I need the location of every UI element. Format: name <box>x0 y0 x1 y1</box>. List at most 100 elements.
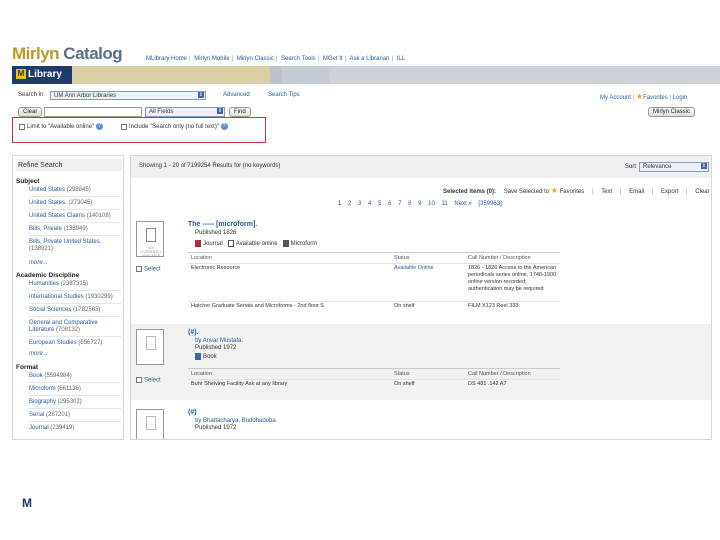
record-author: by Anvar Mustafa. <box>195 338 243 345</box>
text-action[interactable]: Text <box>601 189 612 195</box>
facet-item[interactable]: General and Comparative Literature (7081… <box>29 320 121 334</box>
login-link[interactable]: Login <box>673 95 688 101</box>
facet-item[interactable]: Microform (661136) <box>29 386 121 393</box>
save-selected-link[interactable]: Save Selected to ★ Favorites <box>504 186 585 195</box>
facet-label: European Studies <box>29 340 77 346</box>
record-published: Published 1826 <box>195 230 237 236</box>
cover-thumbnail[interactable] <box>136 329 164 365</box>
col-header-status: Status <box>394 371 410 377</box>
next-page-link[interactable]: Next » <box>454 201 471 207</box>
page-link[interactable]: 9 <box>418 201 421 207</box>
cover-thumbnail[interactable] <box>136 409 164 439</box>
email-action[interactable]: Email <box>629 189 644 195</box>
nav-search-tools[interactable]: Search Tools <box>281 56 316 62</box>
more-disciplines-link[interactable]: more... <box>29 351 48 357</box>
result-record: (#) by Bhattacharya, Buddhadeba. Publish… <box>131 404 711 439</box>
select-checkbox[interactable] <box>136 377 142 383</box>
selected-items-label: Selected items (0): <box>443 189 497 195</box>
sort-value: Relevance <box>643 164 672 170</box>
limit-available-checkbox[interactable] <box>19 123 25 130</box>
facet-item[interactable]: International Studies (1930299) <box>29 294 121 301</box>
page-link[interactable]: 10 <box>428 201 435 207</box>
facet-item[interactable]: Book (5594984) <box>29 373 121 380</box>
nav-mget-it[interactable]: MGet It <box>323 56 343 62</box>
facet-item[interactable]: Journal (239419) <box>29 425 121 432</box>
last-page-link[interactable]: [359963] <box>478 201 501 207</box>
clear-button[interactable]: Clear <box>18 107 43 117</box>
select-checkbox[interactable] <box>136 266 142 272</box>
select-arrow-icon: ⇕ <box>216 108 223 114</box>
author-link[interactable]: by Anvar Mustafa. <box>195 338 243 344</box>
advanced-link[interactable]: Advanced <box>223 92 250 98</box>
facet-item[interactable]: United States (298845) <box>29 187 121 194</box>
holding-location: Hatcher Graduate Serials and Microforms … <box>191 303 324 309</box>
page-link[interactable]: 6 <box>388 201 391 207</box>
facet-count: (708132) <box>56 327 81 333</box>
mirlyn-classic-button[interactable]: Mirlyn Classic <box>648 107 696 117</box>
facet-item[interactable]: United States Claims (140108) <box>29 213 121 220</box>
facet-item[interactable]: Biography (295302) <box>29 399 121 406</box>
search-input[interactable] <box>44 107 142 117</box>
author-link[interactable]: by Bhattacharya, Buddhadeba. <box>195 418 277 424</box>
more-subjects-link[interactable]: more... <box>29 260 48 266</box>
facet-item[interactable]: European Studies (656727) <box>29 340 121 347</box>
mirlyn-catalog-logo[interactable]: Mirlyn Catalog <box>12 44 123 64</box>
record-title[interactable]: (#). <box>188 329 199 336</box>
cover-thumbnail[interactable]: NOT CURRENTLY AVAILABLE <box>136 221 164 258</box>
select-option[interactable]: Select <box>136 377 161 384</box>
facet-heading-discipline: Academic Discipline <box>16 272 80 279</box>
sort-select[interactable]: Relevance ⇕ <box>639 162 709 172</box>
col-header-call-number: Call Number / Description <box>468 255 531 261</box>
divider <box>29 395 121 396</box>
nav-ill[interactable]: ILL <box>397 56 405 62</box>
holding-status: On shelf <box>394 381 415 387</box>
search-in-value: UM Ann Arbor Libraries <box>54 93 117 99</box>
include-search-only-checkbox[interactable] <box>121 123 127 130</box>
record-title[interactable]: The ----- [microform]. <box>188 221 257 228</box>
mlibrary-logo[interactable]: M Library <box>12 66 72 84</box>
search-tips-link[interactable]: Search Tips <box>268 92 300 98</box>
facet-item[interactable]: United States. (273045) <box>29 200 121 207</box>
logo-catalog: Catalog <box>63 44 123 63</box>
nav-mlibrary-home[interactable]: MLibrary Home <box>146 56 187 62</box>
holding-status: On shelf <box>394 303 415 309</box>
thumbnail-text: NOT CURRENTLY AVAILABLE <box>140 246 162 258</box>
limit-available-option[interactable]: Limit to "Available online" ? <box>19 123 103 130</box>
select-label: Select <box>144 377 161 384</box>
band-gray-2 <box>282 66 330 84</box>
my-account-link[interactable]: My Account <box>600 95 631 101</box>
field-select[interactable]: All Fields ⇕ <box>145 107 225 117</box>
page-link[interactable]: 8 <box>408 201 411 207</box>
facet-label: United States. <box>29 200 67 206</box>
page-link[interactable]: 5 <box>378 201 381 207</box>
page-link[interactable]: 7 <box>398 201 401 207</box>
nav-ask-a-librarian[interactable]: Ask a Librarian <box>349 56 389 62</box>
facet-label: United States <box>29 187 66 193</box>
export-action[interactable]: Export <box>661 189 678 195</box>
facet-item[interactable]: Humanities (2387315) <box>29 281 121 288</box>
help-icon[interactable]: ? <box>95 123 103 130</box>
page-link[interactable]: 3 <box>358 201 361 207</box>
facet-item[interactable]: Social Sciences (1782563) <box>29 307 121 314</box>
facet-item[interactable]: Serial (287201) <box>29 412 121 419</box>
facet-count: (656727) <box>78 340 103 346</box>
record-title[interactable]: (#) <box>188 409 197 416</box>
search-in-select[interactable]: UM Ann Arbor Libraries ⇕ <box>50 91 206 100</box>
find-button[interactable]: Find <box>229 107 251 117</box>
facet-label: Humanities <box>29 281 60 287</box>
select-arrow-icon: ⇕ <box>197 92 204 98</box>
page-link[interactable]: 11 <box>442 201 448 207</box>
facet-item[interactable]: Bills, Private United States. (138921) <box>29 239 121 253</box>
clear-action[interactable]: Clear <box>695 189 709 195</box>
favorites-link[interactable]: Favorites <box>643 95 668 101</box>
help-icon[interactable]: ? <box>220 123 228 130</box>
holding-status[interactable]: Available Online <box>394 265 434 272</box>
nav-mirlyn-mobile[interactable]: Mirlyn Mobile <box>194 56 229 62</box>
divider <box>188 301 560 302</box>
include-search-only-option[interactable]: Include "Search only (no full text)" ? <box>121 123 228 130</box>
facet-item[interactable]: Bills, Private (138949) <box>29 226 121 233</box>
select-option[interactable]: Select <box>136 266 161 273</box>
page-link[interactable]: 2 <box>348 201 351 207</box>
page-link[interactable]: 4 <box>368 201 371 207</box>
nav-mirlyn-classic[interactable]: Mirlyn Classic <box>237 56 274 62</box>
